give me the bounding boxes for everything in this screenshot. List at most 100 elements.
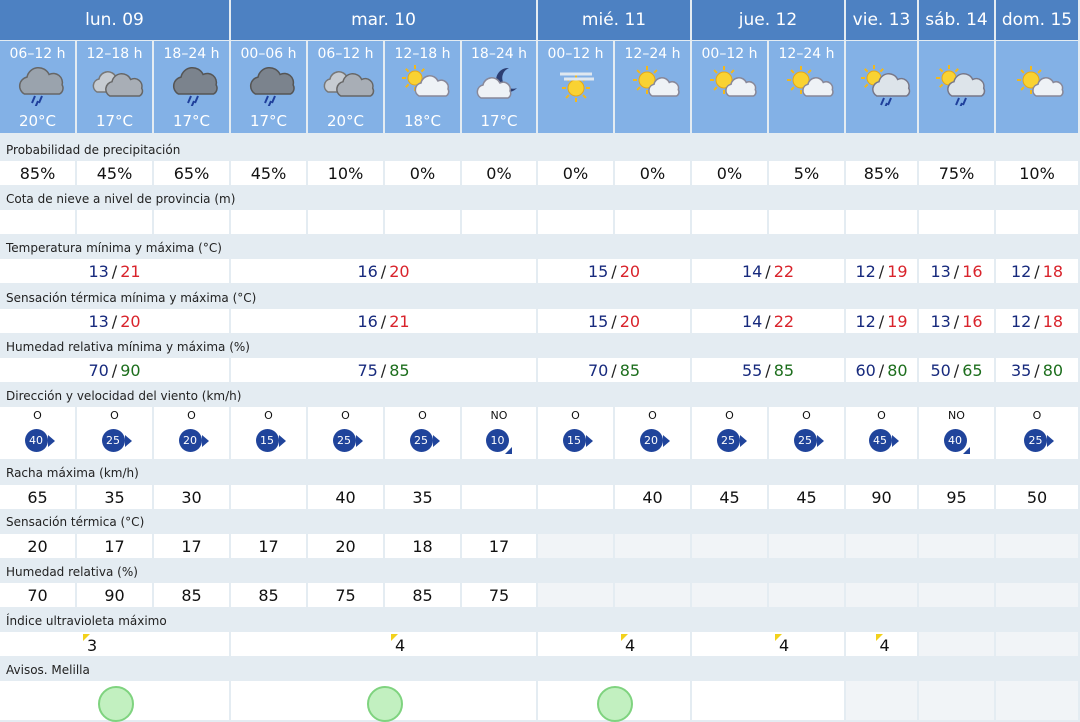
row-label-hum_r: Humedad relativa (%) xyxy=(6,565,138,579)
wind-direction: O xyxy=(1032,409,1042,422)
row-label-sens: Sensación térmica mínima y máxima (°C) xyxy=(6,291,257,305)
sun-rain-cloud-icon xyxy=(927,62,987,111)
period-header xyxy=(996,41,1078,133)
period-header xyxy=(846,41,917,133)
day-header: sáb. 14 xyxy=(919,0,994,40)
rain-dark-cloud-icon xyxy=(239,62,299,109)
precip-cell: 0% xyxy=(385,161,460,185)
period-header xyxy=(919,41,994,133)
period-header: 00–06 h 17°C xyxy=(231,41,306,133)
max-value: 16 xyxy=(962,311,983,331)
wind-arrow-icon xyxy=(739,435,747,447)
uv-value: 4 xyxy=(779,636,790,655)
snow-cell xyxy=(231,210,306,234)
precip-cell: 85% xyxy=(0,161,75,185)
period-label: 18–24 h xyxy=(163,46,220,62)
separator: / xyxy=(380,360,387,380)
period-temp: 20°C xyxy=(18,112,57,130)
wind-arrow-icon xyxy=(585,435,593,447)
period-temp: 17°C xyxy=(249,112,288,130)
precip-cell: 45% xyxy=(231,161,306,185)
aviso-green-icon[interactable] xyxy=(97,686,134,722)
max-value: 16 xyxy=(962,261,983,281)
sun-behind-cloud-icon xyxy=(393,62,453,106)
period-header: 12–24 h xyxy=(615,41,690,133)
uv-value: 3 xyxy=(87,636,98,655)
wind-direction: O xyxy=(802,409,811,422)
wind-direction: O xyxy=(571,409,580,422)
wind-cell: NO 40 xyxy=(919,407,994,459)
separator: / xyxy=(765,311,771,331)
moon-cloud-icon xyxy=(469,62,529,106)
snow-cell xyxy=(846,210,917,234)
snow-cell xyxy=(385,210,460,234)
sens-cell xyxy=(615,534,690,558)
period-header: 00–12 h xyxy=(538,41,613,133)
separator: / xyxy=(111,261,118,281)
temp-range-cell: 15/20 xyxy=(538,259,690,283)
max-value: 21 xyxy=(389,311,410,331)
sens-cell xyxy=(846,534,917,558)
period-label: 06–12 h xyxy=(317,46,374,62)
max-value: 19 xyxy=(887,261,908,281)
uv-cell xyxy=(996,632,1078,656)
day-header: lun. 09 xyxy=(0,0,229,40)
period-header: 18–24 h 17°C xyxy=(462,41,536,133)
sun-rain-cloud-icon xyxy=(852,62,912,111)
hum-range-cell: 70/90 xyxy=(0,358,229,382)
wind-cell: O 45 xyxy=(846,407,917,459)
snow-cell xyxy=(919,210,994,234)
hum-cell xyxy=(538,583,613,607)
precip-cell: 85% xyxy=(846,161,917,185)
min-value: 12 xyxy=(1010,261,1032,281)
precip-cell: 45% xyxy=(77,161,152,185)
period-label: 12–24 h xyxy=(624,46,681,62)
period-label: 06–12 h xyxy=(9,46,66,62)
gust-cell: 95 xyxy=(919,485,994,509)
min-value: 13 xyxy=(88,261,109,281)
day-header: mié. 11 xyxy=(538,0,690,40)
max-value: 20 xyxy=(619,311,641,331)
separator: / xyxy=(380,261,387,281)
temp-range-cell: 12/18 xyxy=(996,259,1078,283)
period-label: 12–18 h xyxy=(86,46,143,62)
wind-direction: NO xyxy=(948,409,965,422)
hum-range-cell: 50/65 xyxy=(919,358,994,382)
separator: / xyxy=(878,261,885,281)
wind-cell: O 40 xyxy=(0,407,75,459)
separator: / xyxy=(765,261,771,281)
period-label: 00–06 h xyxy=(240,46,297,62)
wind-speed-badge: 20 xyxy=(639,429,663,452)
aviso-cell xyxy=(0,681,229,722)
period-label: 18–24 h xyxy=(471,46,527,62)
wind-cell: O 20 xyxy=(154,407,229,459)
period-label: 00–12 h xyxy=(547,46,604,62)
sens-range-cell: 13/16 xyxy=(919,309,994,333)
max-value: 18 xyxy=(1042,261,1064,281)
period-temp: 17°C xyxy=(95,112,134,130)
row-label-snow: Cota de nieve a nivel de provincia (m) xyxy=(6,192,236,206)
day-header: vie. 13 xyxy=(846,0,917,40)
gust-cell xyxy=(231,485,306,509)
wind-speed-badge: 25 xyxy=(332,429,356,452)
wind-speed-badge: 25 xyxy=(101,429,125,452)
sens-cell xyxy=(769,534,844,558)
aviso-green-icon[interactable] xyxy=(366,686,403,722)
period-temp: 17°C xyxy=(480,112,518,130)
min-value: 12 xyxy=(1010,311,1032,331)
aviso-green-icon[interactable] xyxy=(597,686,633,722)
sun-cloud-icon xyxy=(700,62,760,106)
period-temp: 20°C xyxy=(326,112,365,130)
row-label-gust: Racha máxima (km/h) xyxy=(6,466,139,480)
temp-range-cell: 13/16 xyxy=(919,259,994,283)
wind-cell: O 25 xyxy=(77,407,152,459)
temp-range-cell: 13/21 xyxy=(0,259,229,283)
separator: / xyxy=(611,261,617,281)
gust-cell xyxy=(538,485,613,509)
wind-cell: O 15 xyxy=(231,407,306,459)
snow-cell xyxy=(769,210,844,234)
temp-range-cell: 12/19 xyxy=(846,259,917,283)
period-header: 12–24 h xyxy=(769,41,844,133)
sens-cell: 20 xyxy=(0,534,75,558)
sun-haze-icon xyxy=(546,62,606,106)
